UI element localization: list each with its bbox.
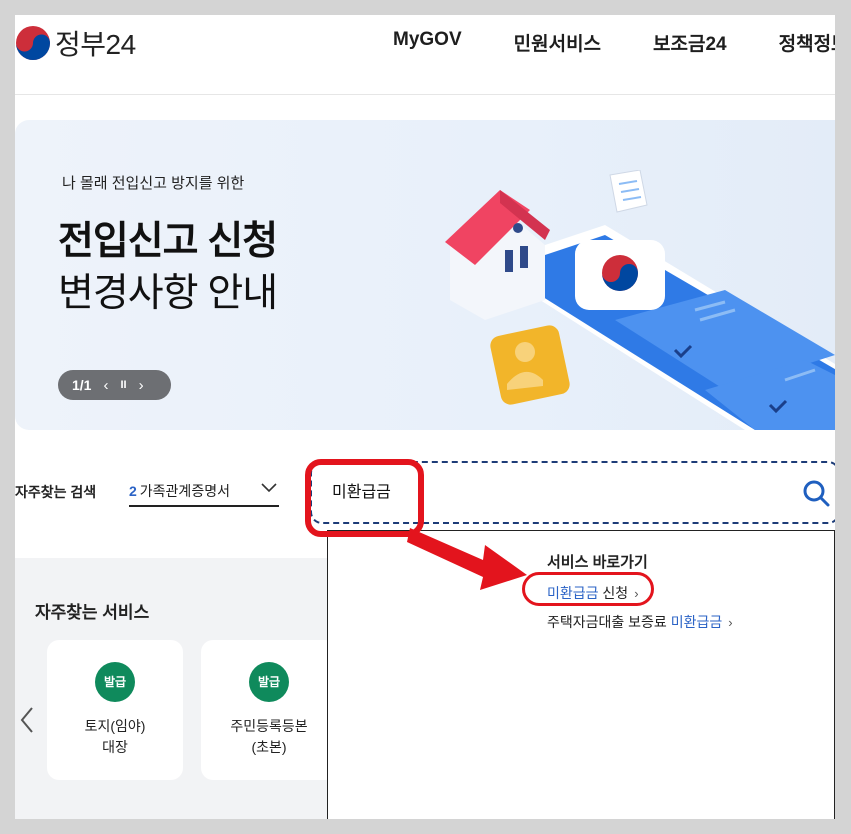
annotation-arrow-icon [407,528,527,590]
page: 정부24 MyGOV 민원서비스 보조금24 정책정보 나 몰래 전입신고 방지… [15,15,835,819]
